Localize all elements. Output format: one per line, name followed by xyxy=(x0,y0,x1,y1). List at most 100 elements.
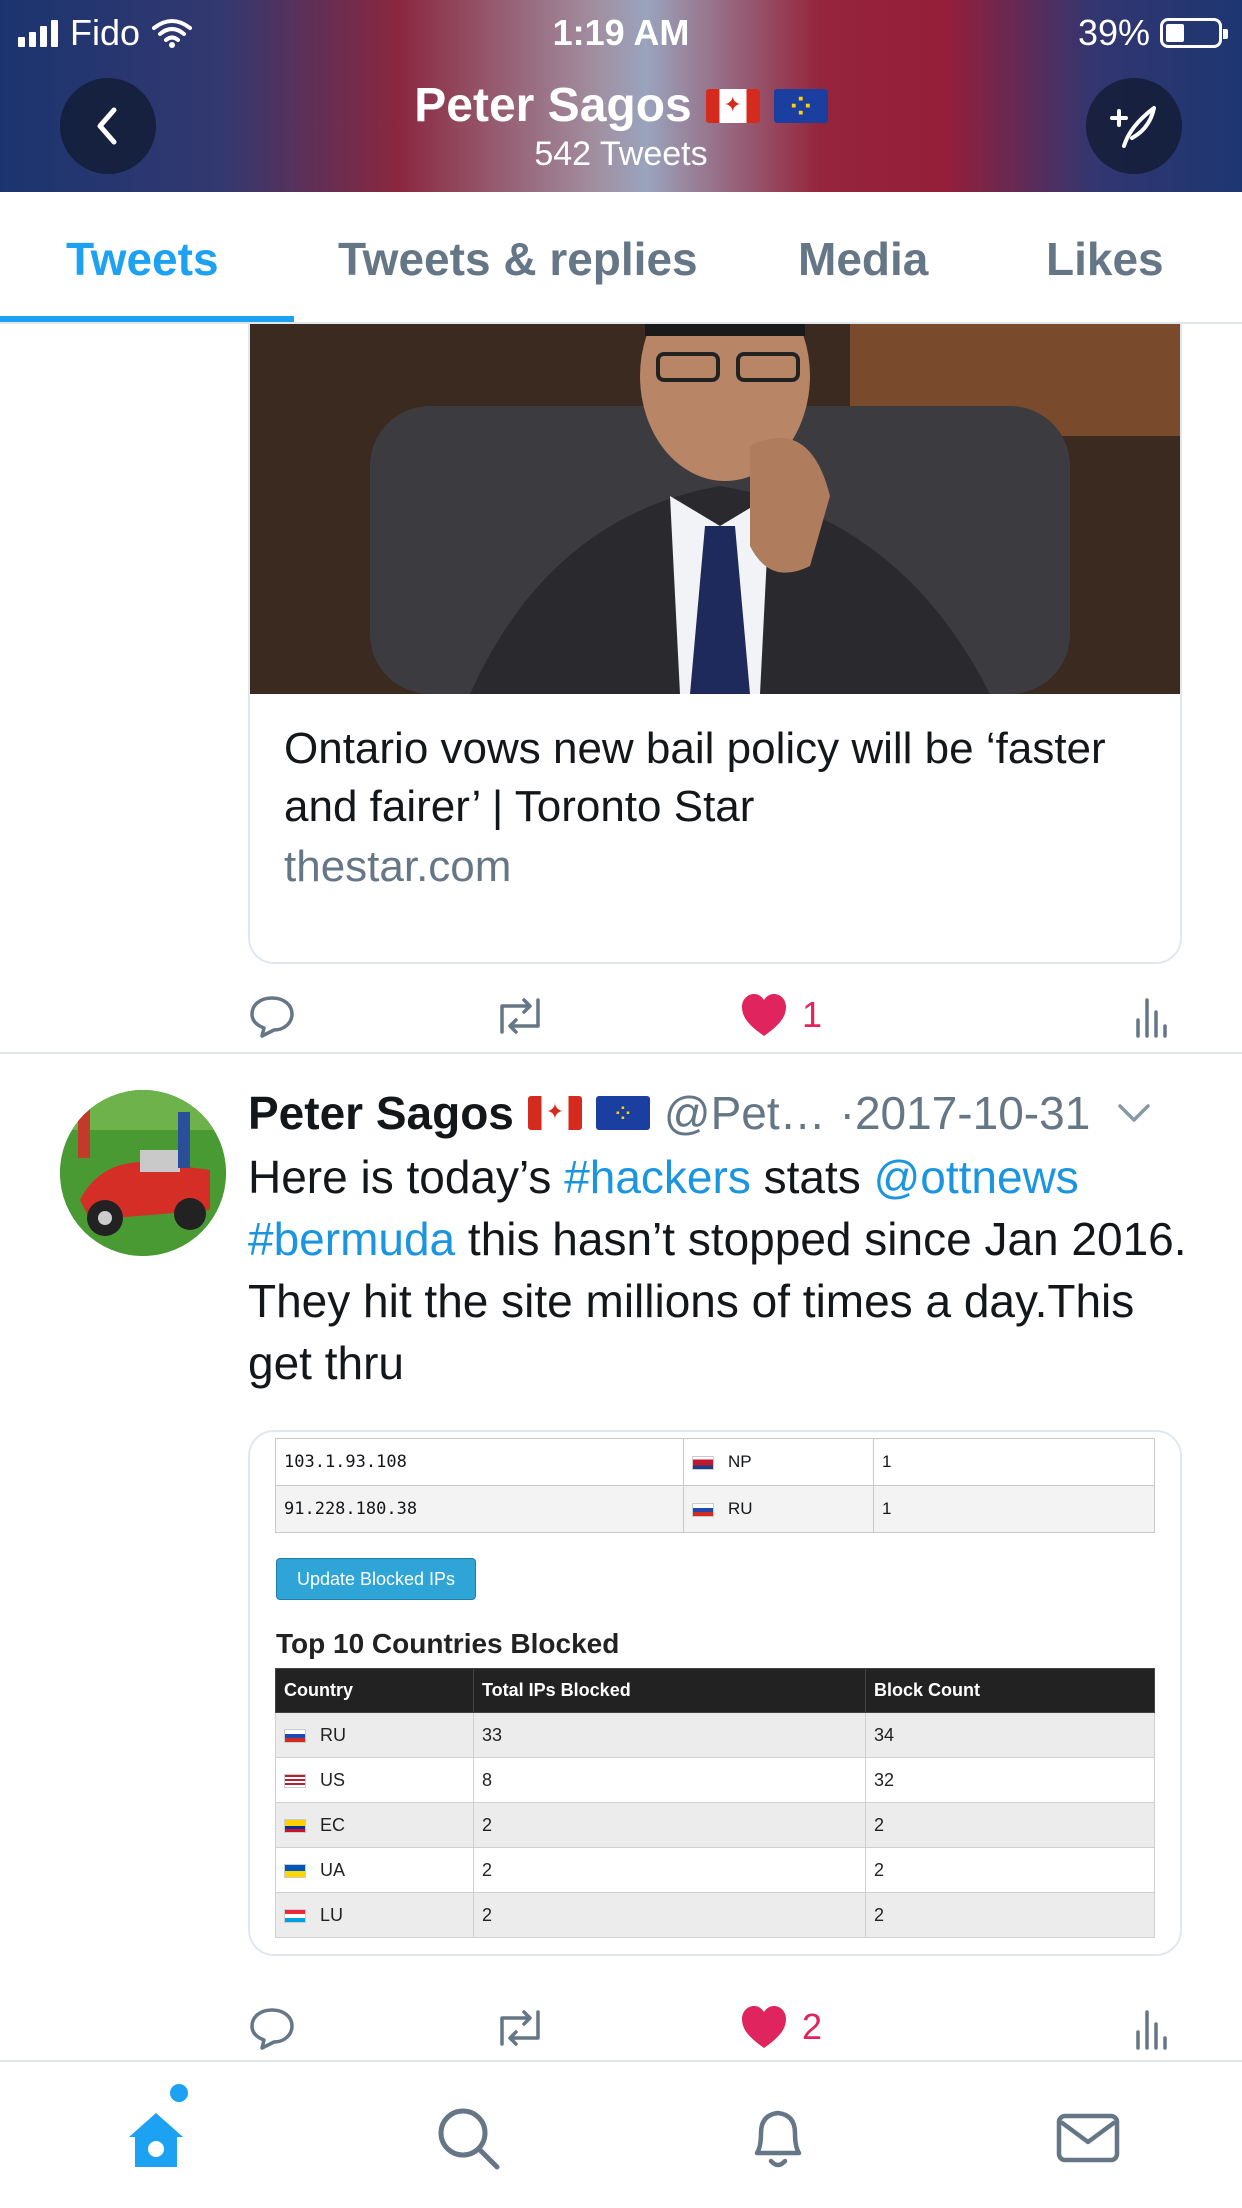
table-row: 103.1.93.108 NP 1 xyxy=(275,1438,1155,1486)
tab-media[interactable]: Media xyxy=(798,232,928,286)
reply-button[interactable] xyxy=(248,992,296,1040)
article-photo xyxy=(250,324,1180,694)
hashtag-link[interactable]: #bermuda xyxy=(248,1213,455,1265)
profile-tabs: Tweets Tweets & replies Media Likes xyxy=(0,192,1242,324)
ips-cell: 33 xyxy=(473,1712,866,1758)
bell-icon xyxy=(754,2110,802,2168)
retweet-icon xyxy=(500,2010,540,2046)
tweet-divider xyxy=(0,1052,1242,1054)
country-cell: LU xyxy=(275,1892,474,1938)
messages-tab[interactable] xyxy=(1048,2098,1128,2178)
tweet-actions: 1 xyxy=(248,992,1168,1052)
battery-icon xyxy=(1160,18,1228,48)
eu-flag-icon xyxy=(773,88,828,123)
timeline[interactable]: Ontario vows new bail policy will be ‘fa… xyxy=(0,324,1242,2060)
count-cell: 34 xyxy=(865,1712,1155,1758)
mention-link[interactable]: @ottnews xyxy=(874,1151,1079,1203)
country-cell: EC xyxy=(275,1802,474,1848)
tweet-header: Peter Sagos @Pet… ·2017-10-31 xyxy=(248,1086,1208,1140)
link-card-title: Ontario vows new bail policy will be ‘fa… xyxy=(284,724,1106,831)
analytics-icon xyxy=(1136,998,1167,1038)
search-icon xyxy=(438,2108,500,2170)
count-cell: 2 xyxy=(865,1802,1155,1848)
tweet-image[interactable]: 103.1.93.108 NP 1 91.228.180.38 RU 1 Upd… xyxy=(248,1430,1182,1956)
ips-cell: 8 xyxy=(473,1757,866,1803)
heart-filled-icon xyxy=(742,2006,786,2048)
like-button[interactable]: 1 xyxy=(740,992,822,1038)
analytics-button[interactable] xyxy=(1134,992,1168,1040)
bottom-tab-bar xyxy=(0,2060,1242,2208)
retweet-icon xyxy=(500,998,540,1034)
country-code: LU xyxy=(320,1904,344,1925)
home-tab[interactable] xyxy=(116,2098,196,2178)
author-name[interactable]: Peter Sagos xyxy=(248,1086,514,1140)
envelope-icon xyxy=(1056,2113,1120,2163)
profile-header-title: Peter Sagos 542 Tweets xyxy=(0,78,1242,174)
analytics-button[interactable] xyxy=(1134,2004,1168,2052)
tab-tweets[interactable]: Tweets xyxy=(66,232,219,286)
count-cell: 1 xyxy=(873,1438,1155,1486)
count-cell: 32 xyxy=(865,1757,1155,1803)
ips-cell: 2 xyxy=(473,1847,866,1893)
count-cell: 2 xyxy=(865,1847,1155,1893)
table-row: RU 33 34 xyxy=(275,1712,1155,1758)
chevron-down-icon[interactable] xyxy=(1116,1098,1152,1128)
ips-cell: 2 xyxy=(473,1802,866,1848)
status-time: 1:19 AM xyxy=(552,12,690,53)
table-row: UA 2 2 xyxy=(275,1847,1155,1893)
country-code: EC xyxy=(320,1814,346,1835)
link-card-domain: thestar.com xyxy=(284,842,512,891)
like-button[interactable]: 2 xyxy=(740,2004,822,2050)
country-code: RU xyxy=(320,1724,346,1745)
country-cell: UA xyxy=(275,1847,474,1893)
flag-icon xyxy=(692,1455,714,1470)
column-header: Block Count xyxy=(865,1668,1155,1713)
top-countries-title: Top 10 Countries Blocked xyxy=(276,1628,620,1659)
ip-cell: 103.1.93.108 xyxy=(275,1438,684,1486)
table-row: US 8 32 xyxy=(275,1757,1155,1803)
flag-icon xyxy=(284,1773,306,1788)
country-code: NP xyxy=(728,1452,752,1471)
article-photo-illustration xyxy=(250,324,1180,694)
analytics-icon xyxy=(1136,2010,1167,2050)
heart-filled-icon xyxy=(742,994,786,1036)
tweet-actions: 2 xyxy=(248,2004,1168,2060)
top-countries-table: Country Total IPs Blocked Block Count RU… xyxy=(275,1668,1155,1938)
battery-percent: 39% xyxy=(1077,12,1150,53)
avatar[interactable] xyxy=(60,1090,226,1256)
table-row: EC 2 2 xyxy=(275,1802,1155,1848)
tweet-date: ·2017-10-31 xyxy=(839,1087,1091,1139)
tab-likes[interactable]: Likes xyxy=(1046,232,1164,286)
search-tab[interactable] xyxy=(428,2098,508,2178)
notifications-tab[interactable] xyxy=(738,2098,818,2178)
retweet-button[interactable] xyxy=(492,992,548,1040)
tweet-text-part: stats xyxy=(750,1151,874,1203)
hashtag-link[interactable]: #hackers xyxy=(564,1151,751,1203)
table-header-row: Country Total IPs Blocked Block Count xyxy=(275,1668,1155,1713)
compose-tweet-button[interactable] xyxy=(1086,78,1182,174)
count-cell: 2 xyxy=(865,1892,1155,1938)
country-cell: NP xyxy=(683,1438,874,1486)
tab-tweets-replies[interactable]: Tweets & replies xyxy=(338,232,698,286)
profile-name-row: Peter Sagos xyxy=(414,78,828,133)
home-icon xyxy=(129,2113,183,2167)
like-count: 2 xyxy=(802,2006,823,2047)
country-cell: RU xyxy=(683,1485,874,1533)
link-card[interactable]: Ontario vows new bail policy will be ‘fa… xyxy=(248,324,1182,964)
profile-name: Peter Sagos xyxy=(414,79,692,132)
flag-icon xyxy=(284,1818,306,1833)
eu-flag-icon xyxy=(595,1096,650,1130)
canada-flag-icon xyxy=(527,1096,582,1130)
retweet-button[interactable] xyxy=(492,2004,548,2052)
tweet-count: 542 Tweets xyxy=(534,135,708,173)
author-handle[interactable]: @Pet… xyxy=(664,1086,826,1140)
like-count: 1 xyxy=(802,994,823,1035)
reply-button[interactable] xyxy=(248,2004,296,2052)
country-cell: US xyxy=(275,1757,474,1803)
blocked-ip-table: 103.1.93.108 NP 1 91.228.180.38 RU 1 xyxy=(275,1438,1155,1533)
ips-cell: 2 xyxy=(473,1892,866,1938)
reply-icon xyxy=(250,2008,294,2050)
count-cell: 1 xyxy=(873,1485,1155,1533)
canada-flag-icon xyxy=(705,88,760,123)
flag-icon xyxy=(284,1863,306,1878)
